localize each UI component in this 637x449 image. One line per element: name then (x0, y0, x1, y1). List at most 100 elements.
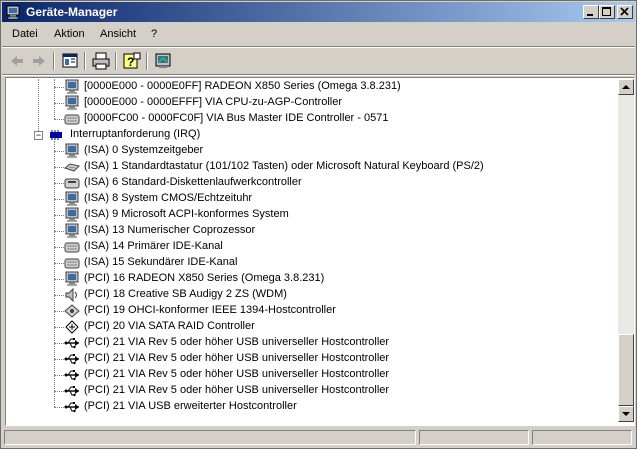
forward-arrow-icon[interactable] (29, 51, 49, 71)
tree-connector (54, 343, 64, 344)
tree-connector (54, 141, 55, 407)
tree-connector (54, 183, 64, 184)
device-tree[interactable]: [0000E000 - 0000E0FF] RADEON X850 Series… (7, 79, 617, 422)
tree-connector (54, 231, 64, 232)
toolbar-divider (146, 52, 148, 70)
back-arrow-icon[interactable] (7, 51, 27, 71)
ide-controller-icon (64, 111, 80, 127)
tree-connector (54, 407, 64, 408)
device-manager-window: Geräte-Manager Datei Aktion Ansicht ? ? … (0, 0, 637, 449)
svg-text:?: ? (127, 55, 134, 69)
tree-connector (54, 327, 64, 328)
tree-connector (54, 87, 64, 88)
scroll-down-button[interactable] (618, 406, 634, 422)
chip-icon (48, 127, 64, 143)
print-icon[interactable] (91, 51, 111, 71)
toolbar: ? (2, 48, 635, 74)
monitor-icon (64, 143, 80, 159)
collapse-expander[interactable]: − (34, 131, 43, 140)
ide-controller-icon (64, 255, 80, 271)
tree-item-label: (PCI) 21 VIA Rev 5 oder höher USB univer… (84, 384, 390, 396)
close-button[interactable] (617, 5, 633, 19)
tree-item-label: (PCI) 21 VIA Rev 5 oder höher USB univer… (84, 352, 390, 364)
tree-connector (38, 79, 39, 135)
tree-connector (54, 391, 64, 392)
usb-icon (64, 335, 80, 351)
keyboard-icon (63, 159, 80, 175)
tree-connector (54, 79, 55, 119)
tree-connector (54, 215, 64, 216)
tree-item-label: (PCI) 16 RADEON X850 Series (Omega 3.8.2… (84, 272, 325, 284)
tree-item-label: (ISA) 13 Numerischer Coprozessor (84, 224, 256, 236)
raid-controller-icon (64, 319, 80, 335)
tree-item-label: (ISA) 0 Systemzeitgeber (84, 144, 204, 156)
tree-item-label: (ISA) 8 System CMOS/Echtzeituhr (84, 192, 253, 204)
tree-connector (54, 199, 64, 200)
floppy-controller-icon (64, 175, 80, 191)
menu-datei[interactable]: Datei (12, 28, 38, 40)
menu-ansicht[interactable]: Ansicht (100, 28, 136, 40)
minimize-button[interactable] (583, 5, 599, 19)
tree-item-label: (ISA) 1 Standardtastatur (101/102 Tasten… (84, 160, 484, 172)
tree-connector (54, 151, 64, 152)
title-bar[interactable]: Geräte-Manager (2, 2, 635, 22)
monitor-icon (64, 191, 80, 207)
usb-icon (64, 367, 80, 383)
tree-item-label: (ISA) 9 Microsoft ACPI-konformes System (84, 208, 289, 220)
status-bar (2, 428, 635, 447)
help-icon[interactable]: ? (122, 51, 142, 71)
menu-help[interactable]: ? (151, 28, 157, 40)
vertical-scrollbar[interactable] (618, 79, 634, 422)
tree-item-label: (PCI) 19 OHCI-konformer IEEE 1394-Hostco… (84, 304, 336, 316)
show-hide-tree-icon[interactable] (60, 51, 80, 71)
tree-group-label: Interruptanforderung (IRQ) (70, 128, 201, 140)
monitor-icon (64, 223, 80, 239)
toolbar-divider (115, 52, 117, 70)
tree-item-label: [0000E000 - 0000E0FF] RADEON X850 Series… (84, 80, 401, 92)
tree-item-label: [0000FC00 - 0000FC0F] VIA Bus Master IDE… (84, 112, 389, 124)
ide-controller-icon (64, 239, 80, 255)
tree-item-label: (ISA) 15 Sekundärer IDE-Kanal (84, 256, 238, 268)
properties-icon[interactable] (153, 51, 173, 71)
status-pane-3 (532, 430, 632, 445)
tree-item-label: (PCI) 21 VIA Rev 5 oder höher USB univer… (84, 336, 390, 348)
scroll-up-button[interactable] (618, 79, 634, 95)
tree-connector (54, 359, 64, 360)
tree-item-label: (ISA) 14 Primärer IDE-Kanal (84, 240, 223, 252)
tree-connector (54, 311, 64, 312)
tree-connector (54, 263, 64, 264)
monitor-icon (64, 79, 80, 95)
scroll-thumb[interactable] (618, 334, 634, 406)
toolbar-divider (84, 52, 86, 70)
tree-connector (54, 295, 64, 296)
ieee1394-icon (64, 303, 80, 319)
tree-item-label: (PCI) 20 VIA SATA RAID Controller (84, 320, 255, 332)
tree-connector (54, 247, 64, 248)
tree-item-label: (PCI) 21 VIA Rev 5 oder höher USB univer… (84, 368, 390, 380)
status-pane-main (4, 430, 416, 445)
window-title: Geräte-Manager (26, 5, 118, 19)
monitor-icon (64, 271, 80, 287)
monitor-icon (64, 207, 80, 223)
tree-item-label: [0000E000 - 0000EFFF] VIA CPU-zu-AGP-Con… (84, 96, 342, 108)
device-manager-icon (6, 4, 22, 20)
toolbar-divider (53, 52, 55, 70)
tree-item-label: (ISA) 6 Standard-Diskettenlaufwerkcontro… (84, 176, 302, 188)
tree-connector (54, 167, 64, 168)
sound-icon (64, 287, 80, 303)
tree-connector (54, 375, 64, 376)
tree-connector (54, 103, 64, 104)
usb-icon (64, 399, 80, 415)
tree-item-label: (PCI) 21 VIA USB erweiterter Hostcontrol… (84, 400, 297, 412)
status-pane-2 (419, 430, 529, 445)
toolbar-separator (2, 74, 635, 76)
maximize-button[interactable] (599, 5, 615, 19)
monitor-icon (64, 95, 80, 111)
tree-item-label: (PCI) 18 Creative SB Audigy 2 ZS (WDM) (84, 288, 287, 300)
menu-bar: Datei Aktion Ansicht ? (2, 23, 635, 45)
tree-connector (54, 119, 64, 120)
tree-connector (54, 279, 64, 280)
usb-icon (64, 383, 80, 399)
usb-icon (64, 351, 80, 367)
menu-aktion[interactable]: Aktion (54, 28, 85, 40)
